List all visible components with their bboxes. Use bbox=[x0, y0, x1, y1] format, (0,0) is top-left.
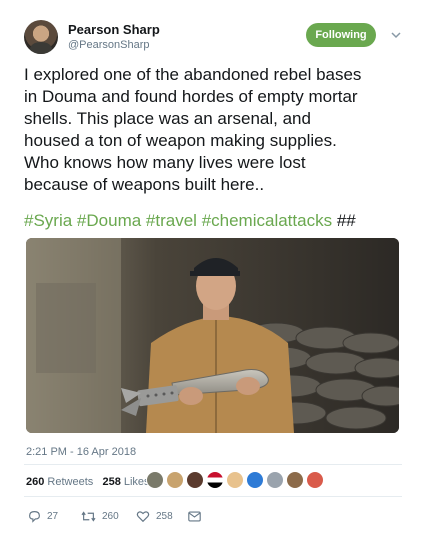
reply-icon bbox=[29, 510, 40, 523]
trailing-text: ## bbox=[336, 211, 356, 230]
avatar[interactable] bbox=[306, 471, 324, 489]
user-handle[interactable]: @PearsonSharp bbox=[68, 39, 150, 51]
user-name[interactable]: Pearson Sharp bbox=[68, 22, 160, 37]
envelope-icon bbox=[188, 510, 201, 522]
hashtag-link[interactable]: #chemicalattacks bbox=[202, 211, 332, 230]
avatar[interactable] bbox=[266, 471, 284, 489]
tweet-line: housed a ton of weapon making supplies. bbox=[24, 131, 337, 150]
dm-action[interactable] bbox=[188, 508, 201, 524]
divider bbox=[24, 464, 402, 465]
tweet-line: in Douma and found hordes of empty morta… bbox=[24, 87, 358, 106]
avatar[interactable] bbox=[226, 471, 244, 489]
divider bbox=[24, 496, 402, 497]
tweet-line: shells. This place was an arsenal, and bbox=[24, 109, 311, 128]
tweet-photo[interactable] bbox=[26, 238, 399, 433]
retweets-label[interactable]: Retweets bbox=[47, 476, 93, 488]
chevron-down-icon[interactable] bbox=[389, 28, 403, 42]
avatar[interactable] bbox=[166, 471, 184, 489]
hashtag-link[interactable]: #Douma bbox=[77, 211, 141, 230]
reply-count: 27 bbox=[47, 510, 59, 522]
tweet-text: I explored one of the abandoned rebel ba… bbox=[24, 64, 404, 196]
hashtag-row: #Syria #Douma #travel #chemicalattacks #… bbox=[24, 210, 404, 232]
avatar[interactable] bbox=[206, 471, 224, 489]
tweet-timestamp[interactable]: 2:21 PM - 16 Apr 2018 bbox=[26, 446, 136, 458]
avatar[interactable] bbox=[286, 471, 304, 489]
photo-illustration bbox=[26, 238, 399, 433]
retweet-icon bbox=[81, 510, 96, 522]
hashtag-link[interactable]: #travel bbox=[146, 211, 197, 230]
retweets-count[interactable]: 260 bbox=[26, 476, 44, 488]
action-bar: 27 260 258 bbox=[28, 508, 328, 524]
following-button[interactable]: Following bbox=[306, 23, 376, 47]
avatar[interactable] bbox=[246, 471, 264, 489]
like-action[interactable]: 258 bbox=[136, 508, 173, 524]
avatar[interactable] bbox=[186, 471, 204, 489]
tweet-header: Pearson Sharp @PearsonSharp Following bbox=[24, 18, 404, 62]
tweet-line: Who knows how many lives were lost bbox=[24, 153, 306, 172]
likes-count[interactable]: 258 bbox=[102, 476, 120, 488]
engagement-stats: 260 Retweets 258 Likes bbox=[26, 476, 150, 488]
like-count: 258 bbox=[156, 510, 173, 522]
tweet-line: because of weapons built here.. bbox=[24, 175, 265, 194]
reply-action[interactable]: 27 bbox=[28, 508, 58, 524]
tweet-line: I explored one of the abandoned rebel ba… bbox=[24, 65, 362, 84]
avatar[interactable] bbox=[24, 20, 58, 54]
heart-icon bbox=[136, 510, 150, 522]
avatar[interactable] bbox=[146, 471, 164, 489]
retweet-action[interactable]: 260 bbox=[81, 508, 119, 524]
retweet-count: 260 bbox=[102, 510, 119, 522]
hashtag-link[interactable]: #Syria bbox=[24, 211, 72, 230]
